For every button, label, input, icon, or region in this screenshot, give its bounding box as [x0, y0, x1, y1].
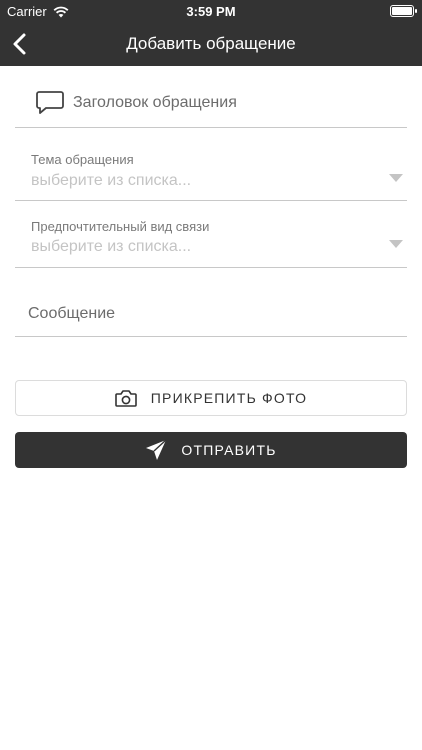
message-placeholder: Сообщение [28, 305, 116, 322]
speech-bubble-icon [36, 91, 64, 114]
status-bar: Carrier 3:59 PM [0, 0, 422, 22]
topic-placeholder: выберите из списка... [31, 172, 192, 189]
send-label: ОТПРАВИТЬ [181, 442, 277, 458]
paper-plane-icon [146, 439, 167, 460]
page-title: Добавить обращение [126, 34, 296, 53]
subject-field[interactable]: Заголовок обращения [15, 66, 407, 128]
subject-placeholder: Заголовок обращения [73, 94, 237, 111]
app-header: Carrier 3:59 PM Добавить обращение [0, 0, 422, 66]
topic-select[interactable]: Тема обращения выберите из списка... [15, 127, 407, 201]
attach-photo-button[interactable]: ПРИКРЕПИТЬ ФОТО [15, 380, 407, 416]
camera-icon [114, 390, 137, 407]
attach-photo-label: ПРИКРЕПИТЬ ФОТО [150, 390, 308, 406]
message-field[interactable]: Сообщение [15, 267, 407, 337]
contact-method-select[interactable]: Предпочтительный вид связи выберите из с… [15, 200, 407, 268]
contact-method-label: Предпочтительный вид связи [31, 219, 210, 234]
topic-label: Тема обращения [31, 152, 134, 167]
battery-icon [390, 5, 417, 17]
status-time: 3:59 PM [186, 4, 236, 19]
contact-method-placeholder: выберите из списка... [31, 238, 192, 255]
dropdown-arrow-icon [389, 174, 403, 182]
nav-bar: Добавить обращение [0, 22, 422, 66]
send-button[interactable]: ОТПРАВИТЬ [15, 432, 407, 468]
dropdown-arrow-icon [389, 240, 403, 248]
